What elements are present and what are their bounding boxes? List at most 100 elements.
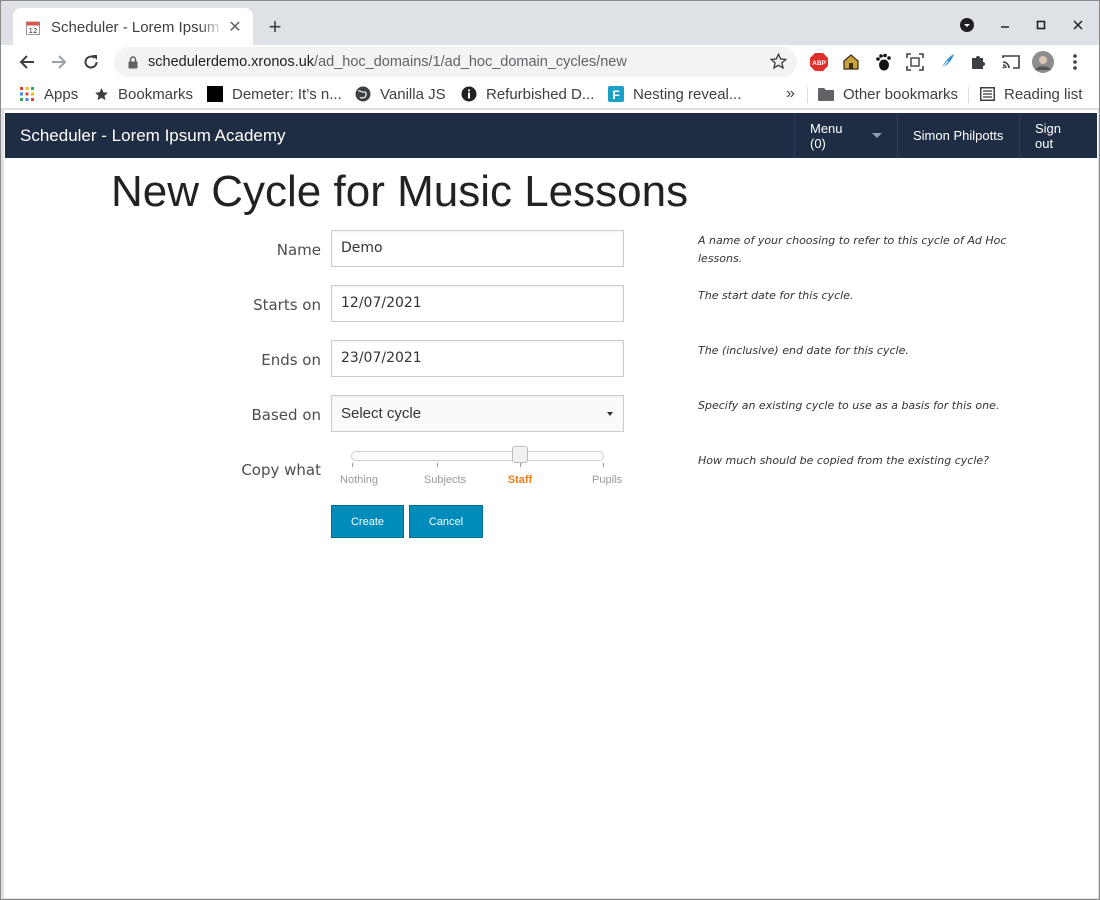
puzzle-icon[interactable] [968,51,990,73]
based-on-select[interactable]: Select cycle [331,395,624,432]
gnome-foot-icon[interactable] [872,51,894,73]
page-title: New Cycle for Music Lessons [111,167,689,216]
overflow-chevron-icon: » [786,85,795,102]
minimize-icon[interactable] [993,13,1017,37]
f-logo-icon: F [608,86,624,102]
browser-toolbar: schedulerdemo.xronos.uk/ad_hoc_domains/1… [1,45,1099,79]
app-brand[interactable]: Scheduler - Lorem Ipsum Academy [20,126,286,146]
apps-grid-icon [19,86,35,102]
starts-on-label: Starts on [253,296,321,314]
bookmarks-bar: Apps Bookmarks Demeter: It’s n... Vanill… [1,79,1099,109]
bookmarks-divider [807,87,808,103]
bookmark-star-icon[interactable] [770,53,787,70]
sign-out-link[interactable]: Sign out [1019,113,1097,158]
url-path: /ad_hoc_domains/1/ad_hoc_domain_cycles/n… [314,54,627,70]
lock-icon[interactable] [128,55,138,69]
bookmark-vanilla-js[interactable]: Vanilla JS [355,83,446,105]
extension-house-icon[interactable] [840,51,862,73]
ends-on-input[interactable]: 23/07/2021 [331,340,624,377]
cancel-button[interactable]: Cancel [409,505,483,538]
bookmark-refurbished[interactable]: Refurbished D... [461,83,594,105]
reload-icon[interactable] [79,50,103,74]
feather-icon[interactable] [936,51,958,73]
back-arrow-icon[interactable] [15,50,39,74]
bookmark-apps[interactable]: Apps [19,83,78,105]
starts-on-hint: The start date for this cycle. [698,289,854,302]
url-text: schedulerdemo.xronos.uk/ad_hoc_domains/1… [148,54,627,70]
slider-option-staff[interactable]: Staff [508,474,532,486]
screenshot-icon[interactable] [904,51,926,73]
name-input[interactable]: Demo [331,230,624,267]
page-viewport: Scheduler - Lorem Ipsum Academy Menu (0)… [4,110,1098,898]
profile-avatar[interactable] [1032,51,1054,73]
browser-window: 12 Scheduler - Lorem Ipsum Academy ✕ + [0,0,1100,900]
name-row: Name Demo A name of your choosing to ref… [4,230,1098,270]
ends-on-label: Ends on [261,351,321,369]
calendar-favicon-icon: 12 [25,19,41,35]
select-arrow-icon [607,412,613,416]
abp-icon[interactable]: ABP [808,51,830,73]
copy-what-slider-handle[interactable] [512,446,528,463]
based-on-selected: Select cycle [341,405,422,422]
caret-down-icon [872,133,882,138]
menu-label: Menu (0) [810,120,843,151]
name-hint: A name of your choosing to refer to this… [698,234,1007,265]
slider-tick [603,463,604,467]
bookmark-label: Nesting reveal... [633,85,742,103]
bookmark-demeter[interactable]: Demeter: It’s n... [207,83,342,105]
bookmark-nesting[interactable]: F Nesting reveal... [608,83,741,105]
copy-what-slider-track[interactable] [351,451,604,461]
bookmark-label: Vanilla JS [380,85,446,103]
user-name-link[interactable]: Simon Philpotts [897,113,1019,158]
new-tab-icon[interactable]: + [263,14,287,39]
tab-title: Scheduler - Lorem Ipsum Academy [51,18,225,36]
reading-list-button[interactable]: Reading list [979,83,1082,105]
bookmark-label: Bookmarks [118,85,194,103]
close-window-icon[interactable] [1066,13,1090,37]
starts-on-row: Starts on 12/07/2021 The start date for … [4,285,1098,325]
sign-out-label: Sign out [1035,120,1062,151]
bookmarks-overflow-button[interactable]: » [786,83,795,105]
bookmark-label: Reading list [1004,85,1083,103]
bookmark-label: Demeter: It’s n... [232,85,342,103]
user-name: Simon Philpotts [913,128,1004,143]
maximize-icon[interactable] [1029,13,1053,37]
create-button[interactable]: Create [331,505,404,538]
bookmark-label: Apps [44,85,79,103]
browser-tab[interactable]: 12 Scheduler - Lorem Ipsum Academy ✕ [13,8,253,46]
address-bar[interactable]: schedulerdemo.xronos.uk/ad_hoc_domains/1… [114,47,797,77]
bookmark-bookmarks[interactable]: Bookmarks [93,83,193,105]
tab-search-icon[interactable] [955,13,979,37]
slider-option-pupils[interactable]: Pupils [592,474,622,486]
bookmark-label: Refurbished D... [486,85,595,103]
ends-on-row: Ends on 23/07/2021 The (inclusive) end d… [4,340,1098,380]
name-label: Name [276,241,321,259]
slider-tick [520,463,521,467]
svg-text:12: 12 [29,27,38,35]
menu-dropdown[interactable]: Menu (0) [794,113,897,158]
forward-arrow-icon[interactable] [47,50,71,74]
bookmark-label: Other bookmarks [843,85,959,103]
folder-icon [818,86,834,102]
url-host: schedulerdemo.xronos.uk [148,54,315,70]
copy-what-label: Copy what [241,461,321,479]
bookmark-other-bookmarks[interactable]: Other bookmarks [818,83,958,105]
cast-icon[interactable] [1000,51,1022,73]
starts-on-input[interactable]: 12/07/2021 [331,285,624,322]
ends-on-hint: The (inclusive) end date for this cycle. [698,344,909,357]
close-tab-icon[interactable]: ✕ [225,17,245,37]
based-on-row: Based on Select cycle Specify an existin… [4,395,1098,435]
slider-tick [352,463,353,467]
globe-icon [355,86,371,102]
black-square-icon [207,86,223,102]
star-icon [93,86,109,102]
slider-option-nothing[interactable]: Nothing [340,474,378,486]
bookmarks-divider [968,87,969,103]
slider-option-subjects[interactable]: Subjects [424,474,466,486]
based-on-label: Based on [251,406,322,424]
browser-menu-icon[interactable] [1064,51,1086,73]
info-circle-icon [461,86,477,102]
reading-list-icon [979,86,995,102]
copy-what-hint: How much should be copied from the exist… [698,454,989,467]
slider-tick [437,463,438,467]
